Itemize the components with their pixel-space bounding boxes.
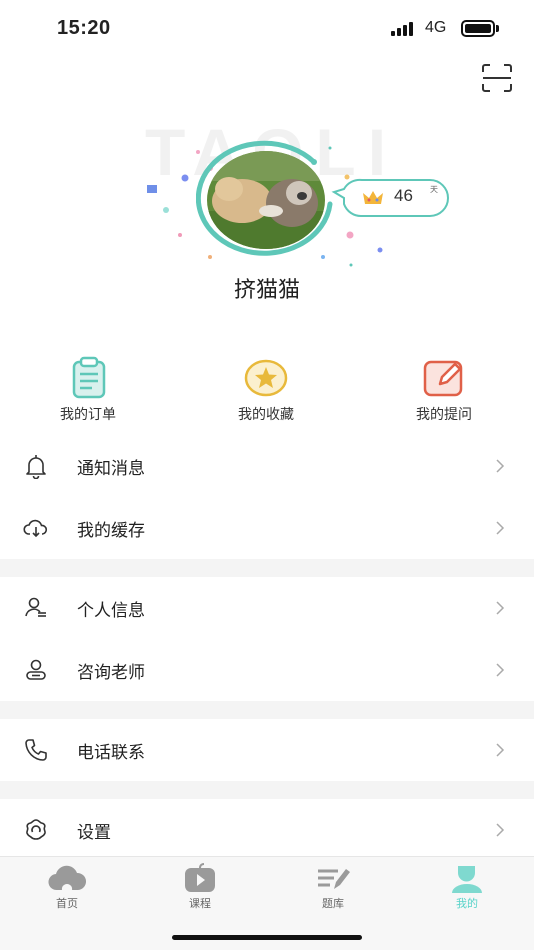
home-indicator (172, 935, 362, 940)
avatar[interactable] (207, 151, 325, 249)
section-divider (0, 701, 534, 719)
chevron-right-icon (496, 521, 505, 535)
tab-label: 首页 (56, 897, 78, 910)
menu-item-consult-teacher[interactable]: 咨询老师 (0, 639, 534, 701)
edit-icon (423, 360, 463, 397)
chevron-right-icon (496, 823, 505, 837)
menu-item-settings[interactable]: 设置 (0, 799, 534, 861)
menu-item-phone-contact[interactable]: 电话联系 (0, 719, 534, 781)
tab-mine[interactable]: 我的 (432, 863, 502, 911)
menu-item-notifications[interactable]: 通知消息 (0, 435, 534, 497)
settings-icon (26, 819, 46, 840)
menu-label: 电话联系 (77, 743, 145, 763)
menu-label: 我的缓存 (77, 521, 145, 541)
signal-bars-icon (391, 22, 417, 36)
scan-icon[interactable] (481, 63, 513, 93)
tab-courses[interactable]: 课程 (165, 863, 235, 911)
battery-full-icon (461, 20, 495, 37)
my-questions-label: 我的提问 (416, 407, 472, 423)
network-type: 4G (425, 19, 447, 36)
clipboard-icon (72, 356, 106, 399)
bell-icon (26, 455, 46, 479)
badge-unit: 天 (430, 185, 438, 194)
chevron-right-icon (496, 663, 505, 677)
menu-label: 通知消息 (77, 459, 145, 479)
menu-label: 个人信息 (77, 601, 145, 621)
my-favorites-label: 我的收藏 (238, 407, 294, 423)
question-bank-icon (318, 869, 350, 889)
menu-label: 咨询老师 (77, 663, 145, 683)
status-bar: 15:20 4G (0, 0, 534, 58)
tab-home[interactable]: 首页 (32, 863, 102, 911)
tv-play-icon (185, 863, 215, 892)
cloud-download-icon (23, 519, 48, 538)
tab-question-bank[interactable]: 题库 (298, 863, 368, 911)
badge-value: 46 (394, 186, 413, 205)
menu-item-personal-info[interactable]: 个人信息 (0, 577, 534, 639)
person-icon (452, 866, 482, 893)
my-questions-button[interactable]: 我的提问 (384, 356, 504, 424)
my-favorites-button[interactable]: 我的收藏 (206, 356, 326, 424)
menu-item-cache[interactable]: 我的缓存 (0, 497, 534, 559)
cloud-icon (48, 865, 86, 891)
my-orders-label: 我的订单 (60, 407, 116, 423)
tab-label: 我的 (456, 897, 478, 910)
teacher-icon (26, 659, 46, 680)
section-divider (0, 559, 534, 577)
cats-photo (207, 151, 325, 249)
user-info-icon (25, 597, 46, 617)
username: 挤猫猫 (233, 278, 300, 303)
tab-label: 课程 (189, 897, 211, 910)
my-orders-button[interactable]: 我的订单 (28, 356, 148, 424)
chevron-right-icon (496, 743, 505, 757)
menu-label: 设置 (77, 823, 111, 843)
status-time: 15:20 (57, 17, 111, 39)
phone-icon (25, 739, 47, 761)
chevron-right-icon (496, 601, 505, 615)
tab-label: 题库 (322, 897, 344, 910)
star-icon (244, 359, 288, 397)
chevron-right-icon (496, 459, 505, 473)
section-divider (0, 781, 534, 799)
